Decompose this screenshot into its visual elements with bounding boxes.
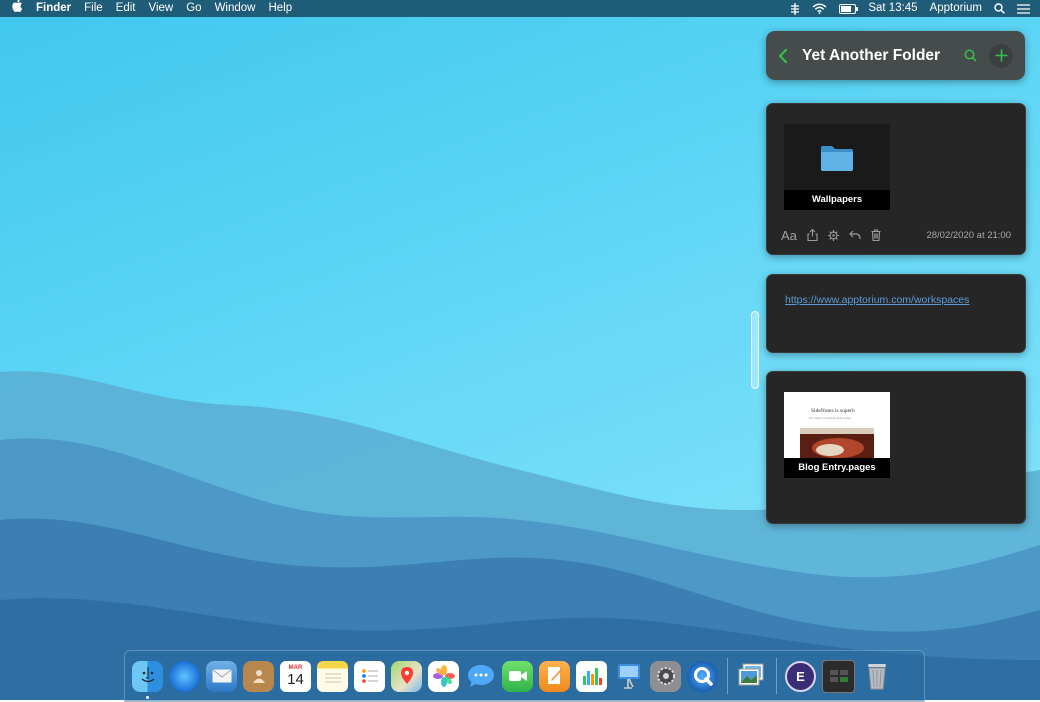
control-menu-icon[interactable] xyxy=(1017,3,1030,14)
spotlight-search-icon[interactable] xyxy=(994,3,1005,14)
dock-workspaces-icon[interactable]: E xyxy=(785,660,816,692)
chevron-left-icon xyxy=(778,48,788,63)
plus-icon xyxy=(995,49,1007,62)
menu-bar: Finder File Edit View Go Window Help Sat… xyxy=(0,0,1040,17)
attachment-label: Wallpapers xyxy=(784,190,890,210)
dock-keynote-icon[interactable] xyxy=(613,661,644,692)
sidenotes-status-icon[interactable] xyxy=(790,2,800,15)
dock-contacts-icon[interactable] xyxy=(243,660,274,692)
apple-menu-icon[interactable] xyxy=(12,0,23,18)
panel-resize-handle[interactable] xyxy=(751,311,759,389)
back-button[interactable] xyxy=(778,48,798,64)
calendar-day: 14 xyxy=(287,670,304,688)
battery-icon[interactable] xyxy=(839,3,859,14)
dock-finder-icon[interactable] xyxy=(132,660,163,699)
dock-quicktime-icon[interactable] xyxy=(687,660,718,692)
add-note-button[interactable] xyxy=(989,43,1013,68)
dock: MAR 14 E xyxy=(124,650,925,702)
trash-icon[interactable] xyxy=(871,229,881,241)
menu-edit[interactable]: Edit xyxy=(116,0,136,17)
dock-calendar-icon[interactable]: MAR 14 xyxy=(280,660,311,692)
menu-help[interactable]: Help xyxy=(268,0,292,17)
note-card[interactable]: SideNotes is superb let's hear you about… xyxy=(766,371,1026,524)
preview-subtitle: let's hear you about side notes xyxy=(809,416,851,420)
dock-system-preferences-icon[interactable] xyxy=(650,660,681,692)
dock-preview-icon[interactable] xyxy=(736,661,767,692)
note-card[interactable]: Wallpapers Aa 28/02/2020 at 21:00 xyxy=(766,103,1026,255)
dock-facetime-icon[interactable] xyxy=(502,660,533,692)
document-preview: SideNotes is superb let's hear you about… xyxy=(784,392,890,458)
menu-go[interactable]: Go xyxy=(186,0,201,17)
dock-notes-icon[interactable] xyxy=(317,660,348,692)
running-indicator xyxy=(146,695,149,699)
menu-user[interactable]: Apptorium xyxy=(930,0,982,17)
dock-photos-icon[interactable] xyxy=(428,660,459,692)
dock-maps-icon[interactable] xyxy=(391,660,422,692)
dock-mail-icon[interactable] xyxy=(206,660,237,692)
folder-attachment[interactable]: Wallpapers xyxy=(784,124,890,210)
note-link[interactable]: https://www.apptorium.com/workspaces xyxy=(785,294,969,306)
note-toolbar: Aa 28/02/2020 at 21:00 xyxy=(781,226,1011,244)
search-icon xyxy=(964,49,977,62)
preview-photo xyxy=(800,428,874,458)
dock-pages-icon[interactable] xyxy=(539,660,570,692)
menu-view[interactable]: View xyxy=(149,0,174,17)
wifi-icon[interactable] xyxy=(812,3,827,14)
font-button[interactable]: Aa xyxy=(781,228,797,243)
menu-app-name[interactable]: Finder xyxy=(36,0,71,17)
note-card[interactable]: https://www.apptorium.com/workspaces xyxy=(766,274,1026,353)
panel-header: Yet Another Folder xyxy=(766,31,1025,80)
menu-clock[interactable]: Sat 13:45 xyxy=(868,0,917,17)
document-attachment[interactable]: SideNotes is superb let's hear you about… xyxy=(784,392,890,478)
folder-title: Yet Another Folder xyxy=(802,46,941,64)
reply-icon[interactable] xyxy=(849,230,861,240)
dock-terminal-icon[interactable] xyxy=(822,659,855,693)
dock-trash-icon[interactable] xyxy=(861,661,892,692)
workspaces-letter: E xyxy=(796,668,805,684)
dock-messages-icon[interactable] xyxy=(465,661,496,692)
note-date: 28/02/2020 at 21:00 xyxy=(926,229,1011,241)
menu-file[interactable]: File xyxy=(84,0,103,17)
dock-safari-icon[interactable] xyxy=(169,660,200,692)
dock-numbers-icon[interactable] xyxy=(576,660,607,692)
dock-reminders-icon[interactable] xyxy=(354,660,385,692)
folder-icon xyxy=(821,146,853,171)
attachment-label: Blog Entry.pages xyxy=(784,458,890,478)
dock-separator xyxy=(727,658,728,694)
menu-window[interactable]: Window xyxy=(215,0,256,17)
search-button[interactable] xyxy=(964,49,977,62)
preview-heading: SideNotes is superb xyxy=(811,408,855,414)
gear-icon[interactable] xyxy=(827,229,839,241)
dock-separator xyxy=(776,658,777,694)
share-icon[interactable] xyxy=(807,229,818,241)
